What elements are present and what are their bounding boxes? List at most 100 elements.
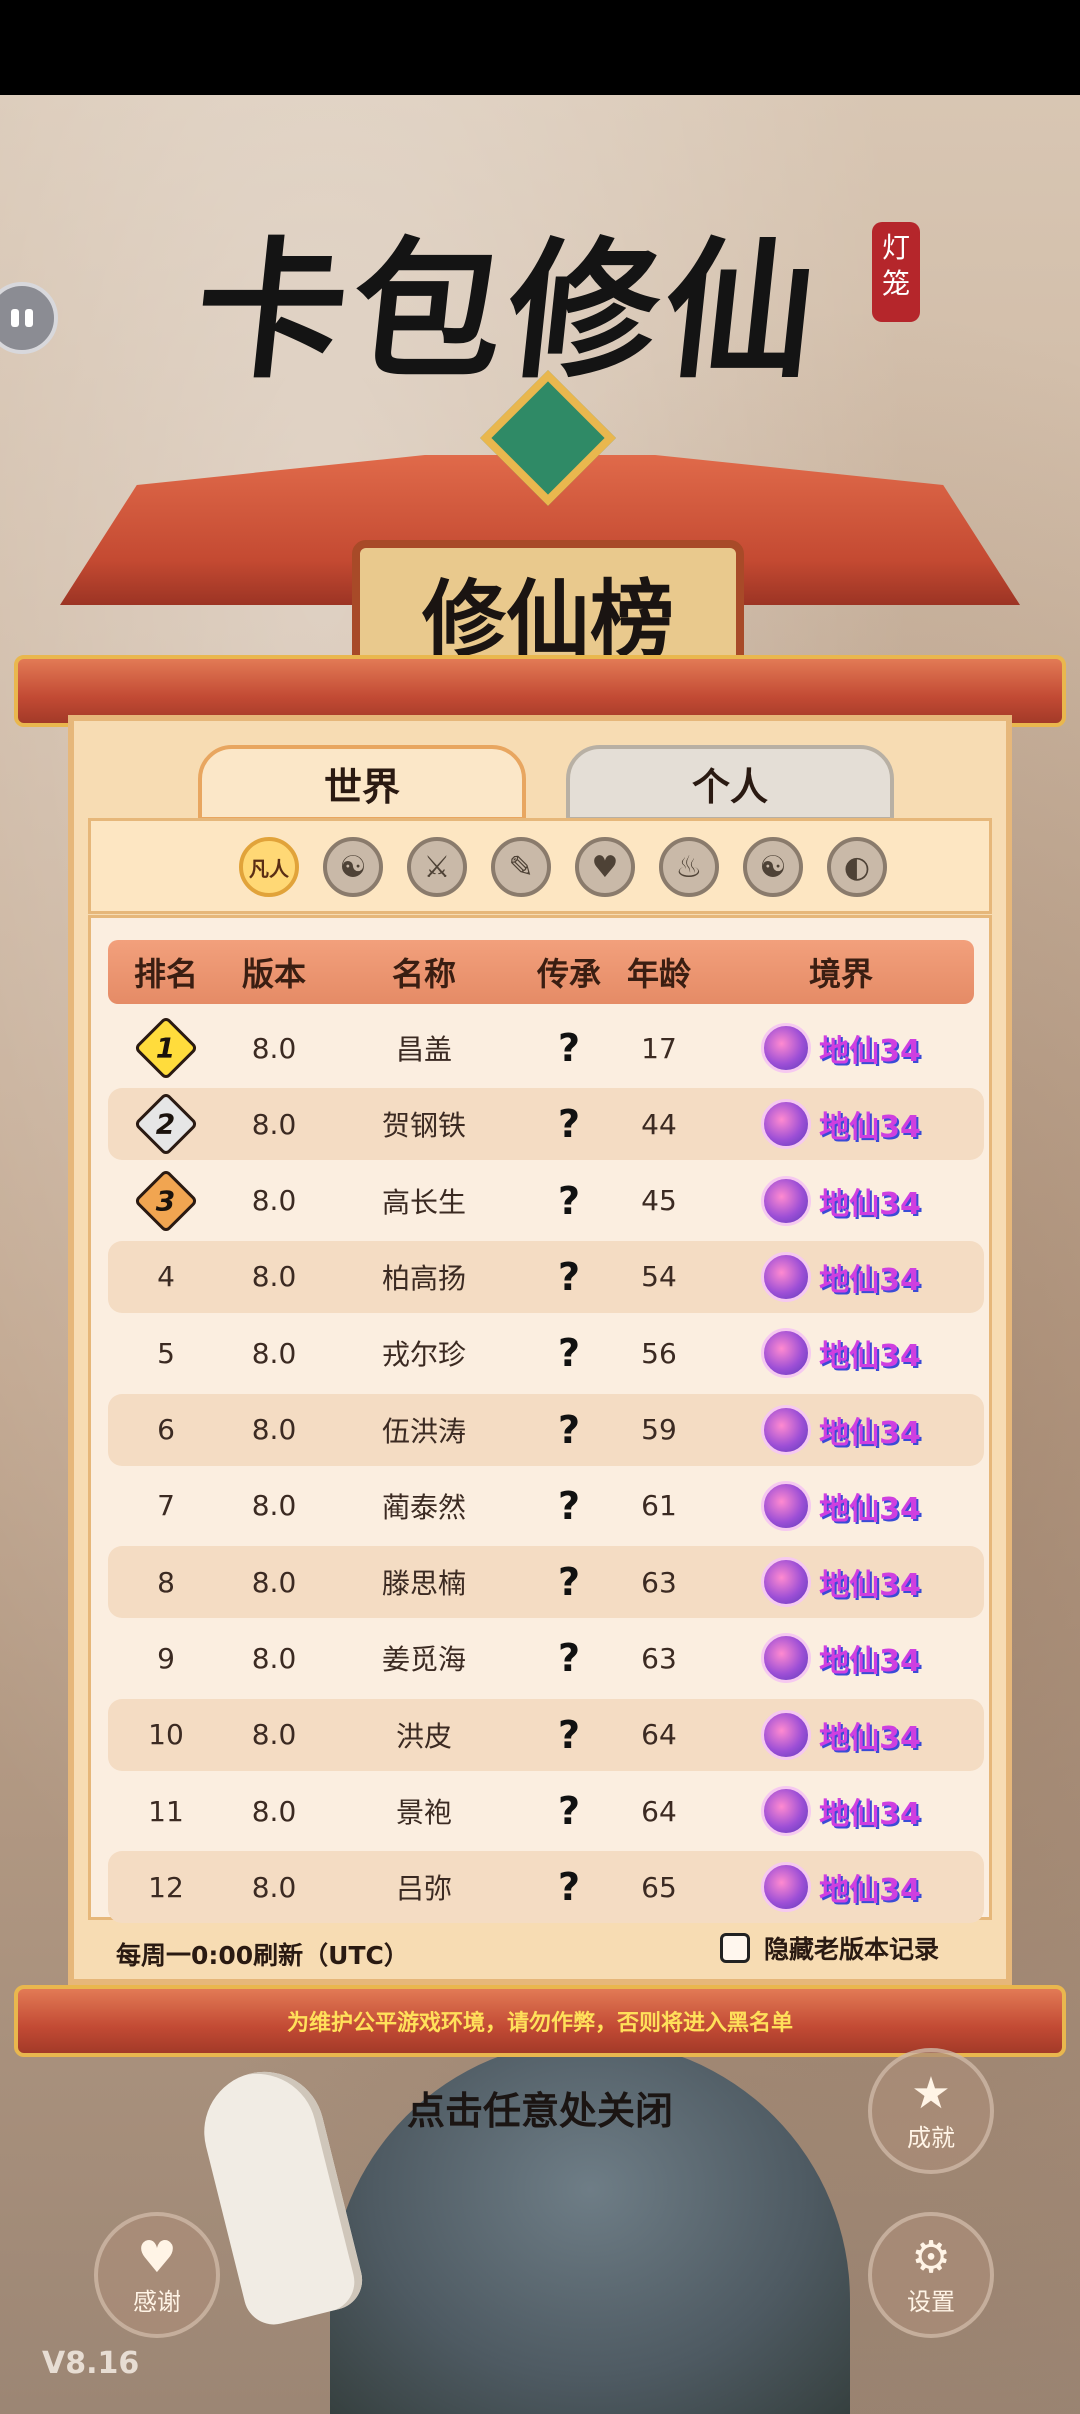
table-row[interactable]: 5 8.0 戎尔珍? 56 地仙34 [108,1317,984,1390]
tab-personal[interactable]: 个人 [566,745,894,821]
rank-cell: 12 [148,1870,184,1904]
filter-mortal[interactable]: 凡人 [239,837,299,897]
book-icon[interactable]: ✎ [491,837,551,897]
table-row[interactable]: 6 8.0 伍洪涛? 59 地仙34 [108,1393,984,1466]
inheritance-cell: ? [557,1636,581,1681]
yin-yang-icon[interactable]: ☯ [743,837,803,897]
name-cell: 高长生 [381,1185,466,1219]
game-title: 卡包修仙 [187,223,830,399]
table-row[interactable]: 8 8.0 滕思楠? 63 地仙34 [108,1546,984,1619]
table-row[interactable]: 12 8.0 吕弥? 65 地仙34 [108,1851,984,1924]
version-cell: 8.0 [251,1641,297,1675]
realm-cell: 地仙34 [708,1622,974,1694]
name-cell: 蔺泰然 [381,1490,466,1524]
realm-cell: 地仙34 [708,1012,974,1084]
realm-text: 地仙34 [819,1720,921,1756]
header-name: 名称 [391,955,456,993]
version-cell: 8.0 [251,1413,297,1446]
rank-medal-icon: 3 [133,1168,199,1234]
inheritance-cell: ? [557,1026,581,1070]
rank-cell: 8 [157,1565,175,1599]
realm-cell: 地仙34 [708,1470,974,1542]
realm-cell: 地仙34 [708,1546,974,1618]
heart-icon[interactable]: ♥ [575,837,635,897]
rank-medal-icon: 1 [133,1015,199,1081]
rank-cell: 5 [157,1336,175,1370]
realm-text: 地仙34 [819,1186,921,1222]
inheritance-cell: ? [557,1789,581,1833]
table-header: 排名 版本 名称 传承 年龄 境界 [108,940,974,1004]
age-cell: 64 [641,1794,677,1828]
header-version: 版本 [241,955,306,993]
inheritance-cell: ? [557,1254,581,1299]
rank-number: 2 [156,1107,176,1141]
realm-cell: 地仙34 [708,1088,974,1160]
name-cell: 贺钢铁 [381,1109,466,1143]
age-cell: 63 [641,1565,677,1599]
realm-icon [761,1480,812,1531]
realm-cell: 地仙34 [708,1394,974,1466]
realm-icon [761,1709,812,1760]
realm-icon [761,1862,812,1913]
yin-yang-icon[interactable]: ☯ [323,837,383,897]
name-cell: 洪皮 [395,1719,452,1753]
age-cell: 56 [641,1336,677,1370]
table-row[interactable]: 9 8.0 姜觅海? 63 地仙34 [108,1622,984,1695]
age-cell: 61 [641,1489,677,1523]
realm-icon [761,1557,812,1608]
thanks-button[interactable]: ♥ 感谢 [94,2212,220,2338]
status-bar [0,0,1080,95]
realm-text: 地仙34 [819,1568,921,1604]
rank-cell: 10 [148,1718,184,1752]
realm-cell: 地仙34 [708,1317,974,1389]
inheritance-cell: ? [557,1331,581,1376]
name-cell: 昌盖 [395,1033,452,1066]
realm-cell: 地仙34 [708,1699,974,1771]
realm-cell: 地仙34 [708,1851,974,1923]
scroll-more-icon[interactable]: ◐ [827,837,887,897]
table-row[interactable]: 1 8.0 昌盖? 17 地仙34 [108,1012,984,1084]
table-row[interactable]: 11 8.0 景袍? 64 地仙34 [108,1775,984,1847]
star-icon: ★ [911,2067,951,2119]
realm-text: 地仙34 [819,1110,921,1146]
achievements-label: 成就 [907,2123,955,2152]
lantern-seal: 灯笼 [872,222,920,322]
refresh-note: 每周一0:00刷新（UTC） [116,1941,409,1970]
inheritance-cell: ? [557,1102,581,1147]
hide-old-label: 隐藏老版本记录 [764,1935,940,1964]
achievements-button[interactable]: ★ 成就 [868,2048,994,2174]
realm-icon [761,1633,812,1684]
hide-old-version-toggle[interactable]: 隐藏老版本记录 [720,1930,939,1966]
name-cell: 姜觅海 [381,1643,466,1677]
age-cell: 59 [641,1413,677,1446]
age-cell: 44 [641,1107,677,1141]
table-row[interactable]: 3 8.0 高长生? 45 地仙34 [108,1164,984,1237]
age-cell: 54 [641,1260,677,1294]
version-cell: 8.0 [251,1184,297,1218]
hide-old-checkbox[interactable] [720,1933,750,1963]
settings-label: 设置 [907,2287,955,2316]
table-row[interactable]: 10 8.0 洪皮? 64 地仙34 [108,1698,984,1771]
name-cell: 吕弥 [395,1872,452,1906]
version-cell: 8.0 [251,1107,297,1141]
rank-cell: 4 [157,1260,175,1294]
settings-button[interactable]: ⚙ 设置 [868,2212,994,2338]
tab-world[interactable]: 世界 [198,745,526,821]
fire-icon[interactable]: ♨ [659,837,719,897]
age-cell: 64 [641,1718,677,1752]
age-cell: 45 [641,1184,677,1218]
sword-icon[interactable]: ⚔ [407,837,467,897]
table-row[interactable]: 2 8.0 贺钢铁? 44 地仙34 [108,1088,984,1161]
inheritance-cell: ? [557,1712,581,1757]
header-age: 年龄 [626,955,691,993]
rank-number: 1 [156,1031,176,1065]
person-heart-icon: ♥ [137,2231,177,2283]
version-cell: 8.0 [251,1031,297,1065]
anti-cheat-warning: 为维护公平游戏环境，请勿作弊，否则将进入黑名单 [286,2011,793,2036]
inheritance-cell: ? [557,1407,581,1452]
age-cell: 65 [641,1870,677,1904]
realm-cell: 地仙34 [708,1775,974,1847]
table-row[interactable]: 4 8.0 柏高扬? 54 地仙34 [108,1240,984,1313]
realm-icon [761,1175,812,1226]
table-row[interactable]: 7 8.0 蔺泰然? 61 地仙34 [108,1469,984,1542]
